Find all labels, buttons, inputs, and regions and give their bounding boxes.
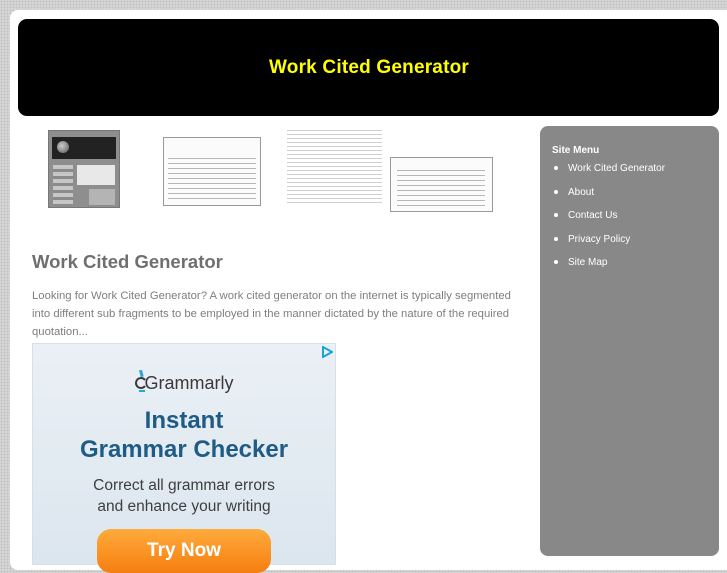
grammarly-pen-icon: [134, 369, 147, 392]
thumbnail-works-cited-2[interactable]: [390, 157, 493, 212]
sidebar-title: Site Menu: [552, 145, 600, 156]
thumbnail-citation-software[interactable]: [48, 130, 120, 208]
ad-headline-line1: Instant: [144, 407, 224, 434]
sidebar-item-label[interactable]: Site Map: [568, 257, 607, 268]
bullet-icon: [554, 189, 558, 194]
advertisement-banner[interactable]: Grammarly Instant Grammar Checker Correc…: [32, 343, 336, 573]
thumbnail-banner: [52, 137, 116, 159]
site-title-link[interactable]: Work Cited Generator: [268, 57, 469, 79]
thumbnail-buttons: [53, 165, 73, 205]
bullet-icon: [554, 166, 558, 170]
bullet-icon: [554, 213, 558, 217]
sidebar-item-label[interactable]: About: [568, 187, 594, 198]
site-header: Work Cited Generator: [18, 19, 719, 116]
grammarly-logo: Grammarly: [33, 369, 335, 394]
article-title: Work Cited Generator: [32, 251, 223, 272]
ad-headline: Instant Grammar Checker: [33, 406, 335, 464]
ad-subtext: Correct all grammar errors and enhance y…: [33, 475, 335, 517]
thumbnail-works-cited-1[interactable]: [163, 137, 261, 206]
thumbnail-text-lines: [397, 170, 485, 208]
bullet-icon: [554, 260, 558, 264]
ad-cta-button[interactable]: Try Now: [97, 529, 271, 573]
sidebar-menu: Work Cited Generator About Contact Us Pr…: [552, 163, 665, 281]
ad-brand: Grammarly: [144, 373, 234, 393]
thumbnail-text-lines: [287, 130, 382, 203]
sidebar-item-about[interactable]: About: [552, 187, 665, 211]
sidebar-item-label[interactable]: Privacy Policy: [568, 234, 630, 245]
bullet-icon: [554, 236, 558, 241]
ad-headline-line2: Grammar Checker: [79, 436, 289, 463]
article-summary: Looking for Work Cited Generator? A work…: [32, 290, 511, 338]
sidebar-item-label[interactable]: Work Cited Generator: [568, 163, 665, 174]
thumbnail-text-lines: [168, 158, 256, 202]
sidebar-item-contact-us[interactable]: Contact Us: [552, 210, 665, 234]
sidebar-item-label[interactable]: Contact Us: [568, 210, 617, 221]
sidebar: Site Menu Work Cited Generator About Con…: [540, 126, 719, 556]
thumbnail-panel: [77, 165, 115, 185]
sidebar-item-work-cited-generator[interactable]: Work Cited Generator: [552, 163, 665, 187]
ad-subtext-line1: Correct all grammar errors: [93, 477, 275, 494]
thumbnail-form: [89, 189, 115, 205]
adchoices-icon[interactable]: [321, 346, 333, 358]
sidebar-item-privacy-policy[interactable]: Privacy Policy: [552, 234, 665, 258]
ad-subtext-line2: and enhance your writing: [97, 498, 271, 515]
sidebar-item-site-map[interactable]: Site Map: [552, 257, 665, 281]
thumbnail-essay-page[interactable]: [287, 128, 382, 203]
